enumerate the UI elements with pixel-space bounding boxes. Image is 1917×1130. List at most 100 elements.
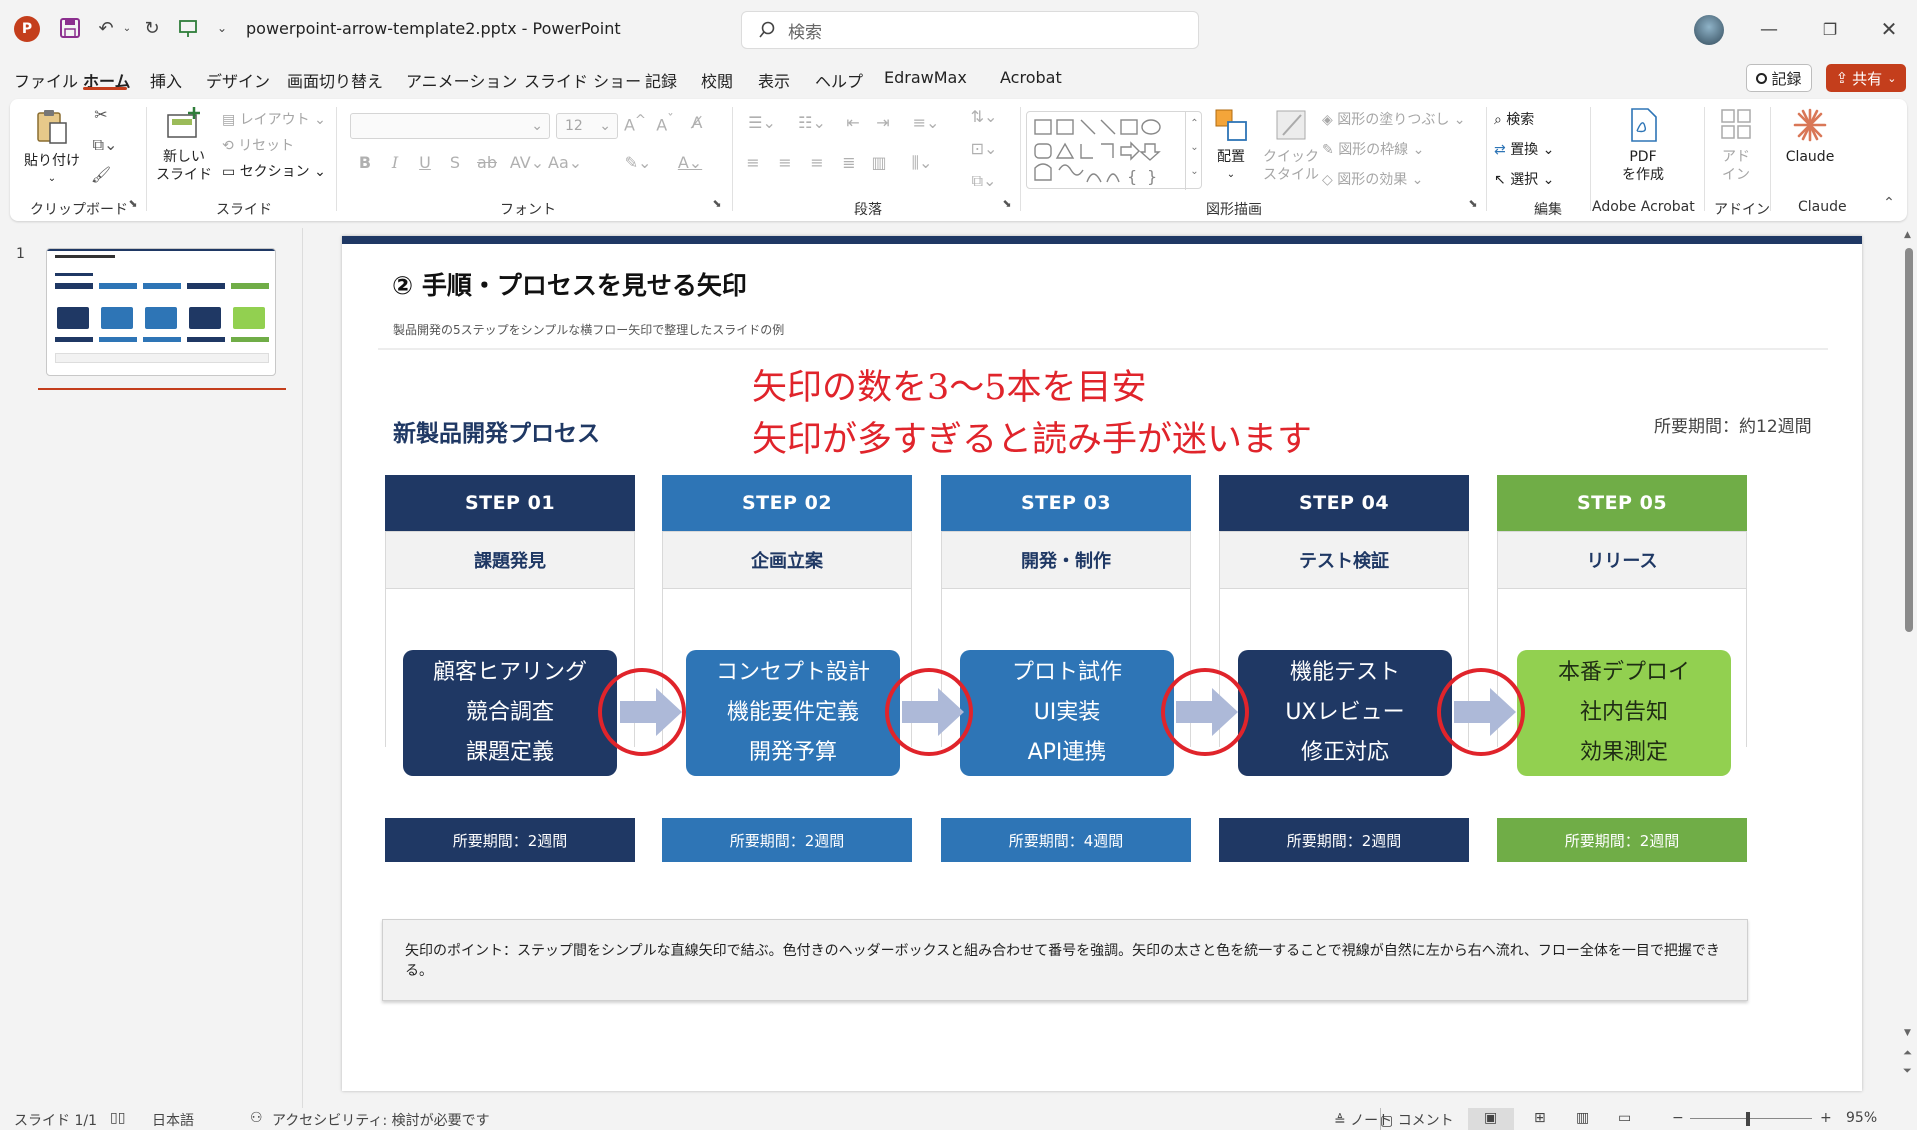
- shape-fill-button[interactable]: ◈ 図形の塗りつぶし ⌄: [1322, 109, 1466, 129]
- drawing-launcher-icon[interactable]: ⬊: [1466, 197, 1480, 210]
- language[interactable]: 日本語: [152, 1110, 194, 1130]
- italic-icon[interactable]: I: [384, 153, 406, 172]
- share-button[interactable]: ⇪ 共有 ⌄: [1826, 64, 1906, 92]
- quick-styles-button[interactable]: クイック スタイル: [1260, 107, 1322, 184]
- shapes-gallery[interactable]: {} ⌃ ⌄ ⌄: [1026, 111, 1202, 190]
- menu-review[interactable]: 校閲: [701, 68, 733, 92]
- distributed-icon[interactable]: ▥: [866, 153, 892, 172]
- zoom-out-icon[interactable]: −: [1672, 1110, 1684, 1126]
- align-right-icon[interactable]: ≡: [804, 153, 830, 172]
- line-spacing-icon[interactable]: ≡⌄: [904, 113, 948, 132]
- replace-button[interactable]: ⇄ 置換 ⌄: [1494, 139, 1554, 159]
- undo-icon[interactable]: ↶: [92, 14, 120, 42]
- font-size-combo[interactable]: 12 ⌄: [556, 113, 618, 139]
- previous-slide-icon[interactable]: ⏶: [1903, 1046, 1912, 1060]
- select-button[interactable]: ↖ 選択 ⌄: [1494, 169, 1554, 189]
- menu-acrobat[interactable]: Acrobat: [1000, 68, 1062, 87]
- menu-view[interactable]: 表示: [758, 68, 790, 92]
- scroll-down-icon[interactable]: ▼: [1904, 1028, 1911, 1038]
- comments-button[interactable]: ▢ コメント: [1380, 1110, 1454, 1130]
- align-left-icon[interactable]: ≡: [740, 153, 766, 172]
- shape-outline-button[interactable]: ✎ 図形の枠線 ⌄: [1322, 139, 1424, 159]
- shape-effects-button[interactable]: ◇ 図形の効果 ⌄: [1322, 169, 1423, 189]
- restore-icon[interactable]: ❐: [1815, 14, 1845, 44]
- panel-divider[interactable]: [302, 228, 303, 1108]
- zoom-in-icon[interactable]: +: [1820, 1110, 1832, 1126]
- bullets-icon[interactable]: ☰⌄: [740, 113, 784, 132]
- strikethrough-icon[interactable]: ab: [474, 153, 500, 172]
- scrollbar-thumb[interactable]: [1905, 248, 1913, 632]
- reset-button[interactable]: ⟲ リセット: [222, 135, 294, 155]
- user-avatar[interactable]: [1694, 15, 1724, 45]
- columns-icon[interactable]: ⫼⌄: [900, 153, 944, 173]
- book-icon[interactable]: ▯▯: [110, 1110, 125, 1126]
- next-slide-icon[interactable]: ⏷: [1903, 1064, 1912, 1078]
- section-button[interactable]: ▭ セクション ⌄: [222, 161, 326, 181]
- scroll-up-icon[interactable]: ▲: [1904, 230, 1911, 240]
- menu-insert[interactable]: 挿入: [150, 68, 182, 92]
- present-icon[interactable]: [174, 14, 202, 42]
- redo-icon[interactable]: ↻: [138, 14, 166, 42]
- numbering-icon[interactable]: ☷⌄: [790, 113, 834, 132]
- minimize-icon[interactable]: —: [1754, 14, 1784, 44]
- menu-file[interactable]: ファイル: [14, 68, 78, 92]
- text-direction-icon[interactable]: ⇅⌄: [964, 107, 1004, 126]
- cut-icon[interactable]: ✂: [88, 105, 114, 124]
- format-painter-icon[interactable]: 🖌: [88, 165, 114, 184]
- paste-button[interactable]: 貼り付け ⌄: [24, 107, 80, 188]
- menu-slideshow[interactable]: スライド ショー: [524, 68, 641, 92]
- slide-thumbnail[interactable]: [46, 248, 276, 376]
- create-pdf-button[interactable]: PDF を作成: [1610, 107, 1676, 184]
- align-center-icon[interactable]: ≡: [772, 153, 798, 172]
- close-icon[interactable]: ✕: [1874, 14, 1904, 44]
- collapse-ribbon-icon[interactable]: ⌃: [1880, 195, 1898, 211]
- menu-design[interactable]: デザイン: [206, 68, 270, 92]
- bold-icon[interactable]: B: [354, 153, 376, 172]
- customize-toolbar-icon[interactable]: ⌄: [212, 14, 232, 42]
- clear-format-icon[interactable]: A̸: [684, 113, 710, 132]
- shadow-icon[interactable]: S: [444, 153, 466, 172]
- accessibility-status[interactable]: アクセシビリティ: 検討が必要です: [272, 1110, 490, 1130]
- change-case-icon[interactable]: Aa⌄: [548, 153, 582, 172]
- increase-indent-icon[interactable]: ⇥: [870, 113, 896, 132]
- zoom-level[interactable]: 95%: [1846, 1110, 1877, 1126]
- slide-canvas[interactable]: ② 手順・プロセスを見せる矢印 製品開発の5ステップをシンプルな横フロー矢印で整…: [342, 236, 1862, 1091]
- menu-record[interactable]: 記録: [645, 68, 677, 92]
- record-button[interactable]: 記録: [1746, 64, 1812, 92]
- underline-icon[interactable]: U: [414, 153, 436, 172]
- grow-font-icon[interactable]: A^: [622, 113, 648, 134]
- menu-help[interactable]: ヘルプ: [815, 68, 863, 92]
- addins-button[interactable]: アド イン: [1710, 107, 1762, 184]
- decrease-indent-icon[interactable]: ⇤: [840, 113, 866, 132]
- paragraph-launcher-icon[interactable]: ⬊: [1000, 197, 1014, 210]
- font-launcher-icon[interactable]: ⬊: [710, 197, 724, 210]
- zoom-slider-thumb[interactable]: [1746, 1112, 1750, 1126]
- normal-view-button[interactable]: ▣: [1468, 1108, 1514, 1130]
- menu-animations[interactable]: アニメーション: [406, 68, 517, 92]
- find-button[interactable]: ⌕ 検索: [1494, 109, 1534, 129]
- copy-icon[interactable]: ⧉⌄: [88, 135, 122, 155]
- char-spacing-icon[interactable]: AV⌄: [506, 153, 548, 172]
- save-icon[interactable]: [56, 14, 84, 42]
- font-color-icon[interactable]: A⌄: [670, 153, 710, 172]
- align-text-icon[interactable]: ⊡⌄: [964, 139, 1004, 158]
- new-slide-button[interactable]: 新しい スライド: [152, 105, 216, 184]
- search-box[interactable]: 検索: [741, 11, 1199, 49]
- smartart-icon[interactable]: ⧉⌄: [964, 171, 1004, 191]
- arrange-button[interactable]: 配置 ⌄: [1206, 107, 1256, 184]
- slideshow-icon[interactable]: ▭: [1618, 1110, 1631, 1126]
- reading-view-icon[interactable]: ▥: [1576, 1110, 1589, 1126]
- layout-button[interactable]: ▤ レイアウト ⌄: [222, 109, 326, 129]
- justify-icon[interactable]: ≣: [836, 153, 862, 172]
- clipboard-launcher-icon[interactable]: ⬊: [126, 197, 140, 210]
- menu-edrawmax[interactable]: EdrawMax: [884, 68, 967, 87]
- claude-button[interactable]: Claude: [1778, 107, 1842, 166]
- zoom-slider[interactable]: [1690, 1118, 1812, 1119]
- shrink-font-icon[interactable]: Aˇ: [652, 113, 678, 134]
- highlight-icon[interactable]: ✎⌄: [618, 153, 658, 172]
- undo-dropdown-icon[interactable]: ⌄: [120, 14, 134, 42]
- font-name-combo[interactable]: ⌄: [350, 113, 550, 139]
- slide-sorter-icon[interactable]: ⊞: [1534, 1110, 1546, 1126]
- vertical-scrollbar[interactable]: ▲ ▼ ⏶ ⏷: [1901, 228, 1917, 1108]
- menu-transitions[interactable]: 画面切り替え: [287, 68, 383, 92]
